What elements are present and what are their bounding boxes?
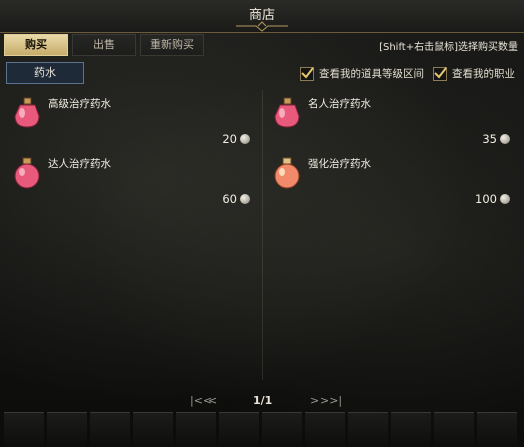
slot bbox=[176, 412, 216, 447]
slot bbox=[133, 412, 173, 447]
page-indicator: 1/1 bbox=[253, 394, 273, 407]
checkbox-icon bbox=[300, 66, 314, 81]
shop-item[interactable]: 达人治疗药水 60 bbox=[6, 152, 258, 210]
title-bar: 商店 bbox=[0, 0, 524, 33]
filter-my-class-label: 查看我的职业 bbox=[452, 68, 515, 80]
silver-coin-icon bbox=[240, 194, 250, 204]
next-page-button[interactable]: > bbox=[310, 394, 319, 407]
purchase-quantity-hint: [Shift+右击鼠标]选择购买数量 bbox=[379, 42, 518, 53]
slot bbox=[262, 412, 302, 447]
checkbox-icon bbox=[433, 66, 447, 81]
silver-coin-icon bbox=[500, 134, 510, 144]
item-price: 100 bbox=[475, 192, 510, 206]
slot bbox=[305, 412, 345, 447]
tab-sell[interactable]: 出售 bbox=[72, 34, 136, 56]
slot bbox=[391, 412, 431, 447]
item-price: 60 bbox=[222, 192, 250, 206]
prev-page-button[interactable]: < bbox=[208, 394, 217, 407]
category-potion-tab[interactable]: 药水 bbox=[6, 62, 84, 84]
price-value: 35 bbox=[482, 132, 497, 146]
potion-pink-round-icon bbox=[14, 157, 40, 189]
shop-item[interactable]: 名人治疗药水 35 bbox=[266, 92, 518, 150]
price-value: 20 bbox=[222, 132, 237, 146]
item-price: 35 bbox=[482, 132, 510, 146]
filter-my-class-checkbox[interactable]: 查看我的职业 bbox=[433, 66, 515, 81]
bottom-slot-bar bbox=[4, 412, 520, 447]
slot bbox=[47, 412, 87, 447]
slot bbox=[219, 412, 259, 447]
tab-buy[interactable]: 购买 bbox=[4, 34, 68, 56]
item-name: 名人治疗药水 bbox=[308, 98, 371, 110]
price-value: 100 bbox=[475, 192, 497, 206]
slot bbox=[4, 412, 44, 447]
item-name: 高级治疗药水 bbox=[48, 98, 111, 110]
last-page-button[interactable]: >>| bbox=[320, 394, 342, 407]
item-name: 达人治疗药水 bbox=[48, 158, 111, 170]
shop-tabs: 购买 出售 重新购买 bbox=[4, 34, 208, 56]
slot bbox=[477, 412, 517, 447]
slot bbox=[348, 412, 388, 447]
item-price: 20 bbox=[222, 132, 250, 146]
potion-orange-round-icon bbox=[274, 157, 300, 189]
shop-item[interactable]: 强化治疗药水 100 bbox=[266, 152, 518, 210]
slot bbox=[434, 412, 474, 447]
slot bbox=[90, 412, 130, 447]
silver-coin-icon bbox=[500, 194, 510, 204]
silver-coin-icon bbox=[240, 134, 250, 144]
shop-item[interactable]: 高级治疗药水 20 bbox=[6, 92, 258, 150]
item-name: 强化治疗药水 bbox=[308, 158, 371, 170]
price-value: 60 bbox=[222, 192, 237, 206]
potion-pink-flask-icon bbox=[274, 97, 300, 128]
tab-buyback[interactable]: 重新购买 bbox=[140, 34, 204, 56]
filter-item-level-checkbox[interactable]: 查看我的道具等级区间 bbox=[300, 66, 424, 81]
title-ornament-icon bbox=[236, 21, 288, 32]
potion-pink-flask-icon bbox=[14, 97, 40, 128]
item-grid-divider bbox=[262, 90, 263, 380]
filter-item-level-label: 查看我的道具等级区间 bbox=[319, 68, 424, 80]
